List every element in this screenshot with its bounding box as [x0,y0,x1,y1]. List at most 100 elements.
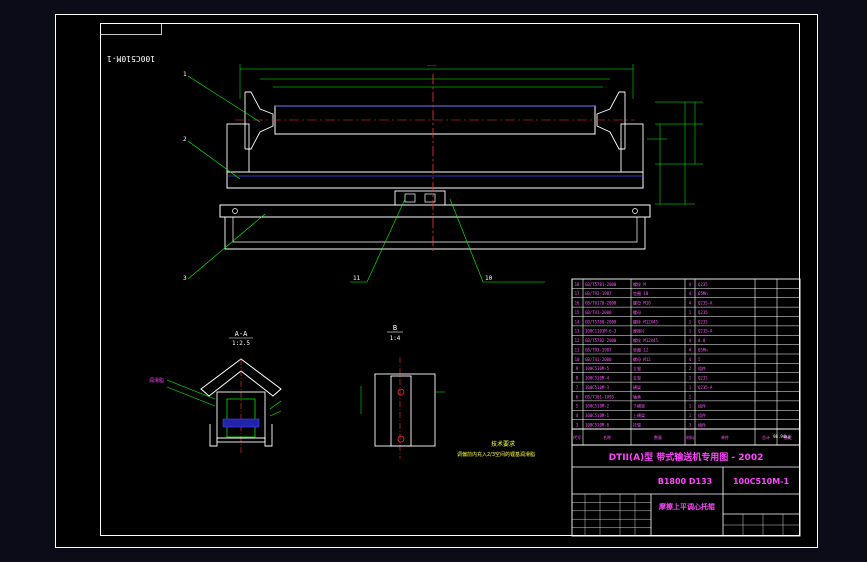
parts-cell: 下横梁 [633,403,645,409]
parts-cell: Q235-A [698,301,713,306]
title-drawing-no: 100C510M-1 [733,477,790,486]
parts-cell: 100C510M-4 [585,376,610,381]
code-stamp: 100C510M-1 [100,23,162,63]
parts-cell: 100C510M-2 [585,404,610,409]
parts-cell: 托辊 [633,421,641,427]
parts-cell: GB/T5781-2000 [585,282,617,287]
parts-cell: 4 [689,291,692,296]
parts-cell: 7 [576,385,579,390]
main-roller-assembly: ———— 1 2 3 11 10 [183,63,703,283]
parts-cell: 螺栓 M12X45 [633,318,658,324]
parts-cell: GB/T93-1987 [585,291,612,296]
parts-cell: 2 [689,366,692,371]
parts-cell: 横梁 [633,384,641,390]
section-aa-scale: 1:2.5 [232,340,250,347]
parts-cell: 13 [575,329,580,334]
parts-cell: 1 [689,404,692,409]
parts-cell: Q235-A [698,329,713,334]
parts-cell: Q235 [698,319,708,324]
parts-header-cell: 代号 [573,434,581,440]
parts-cell: 螺母 M10 [633,300,651,306]
code-stamp-text: 100C510M-1 [107,54,155,63]
title-block: DTII(A)型 带式输送机专用图 - 2002 B1800 D133 100C… [571,434,801,537]
title-spec: B1800 D133 [658,477,713,486]
parts-cell: 组件 [698,365,706,371]
parts-cell: 上横梁 [633,412,645,418]
parts-cell: 5 [698,357,701,362]
parts-cell: 4 [689,338,692,343]
parts-header-cell: 总计 [762,434,770,440]
parts-cell: 螺栓 M12X45 [633,337,658,343]
parts-cell: 14 [575,319,580,324]
parts-cell: 100C510M-3 [585,385,610,390]
parts-cell: 垫圈 12 [633,346,649,352]
parts-cell: 1 [689,376,692,381]
leader-2: 2 [183,136,187,143]
parts-cell: 组件 [698,403,706,409]
parts-cell: 3 [689,422,692,427]
parts-table: 18 GB/T5781-2000 螺栓 M 4 Q23517 GB/T93-1987 垫圈 … [571,278,801,446]
title-mass: 98.94kg [773,434,790,439]
parts-cell: GB/T6170-2000 [585,301,617,306]
tech-req-text: 调偏前内充入2/3空间的锂基润滑脂 [457,451,535,458]
parts-cell: GB/T5782-2000 [585,338,617,343]
leader-3: 3 [183,275,187,282]
parts-cell: 9 [576,366,579,371]
view-b-label: B [393,324,397,332]
parts-cell: 1 [689,394,692,399]
parts-cell: 65Mn [698,347,708,352]
parts-cell: 100C510M-1 [585,413,610,418]
parts-cell: 摩擦片 [633,328,645,334]
parts-cell: 100C510M-5 [585,366,610,371]
parts-cell: 16 [575,301,580,306]
parts-header-cell: 单件 [721,434,729,440]
parts-cell: 100C510M-6 [585,422,610,427]
parts-cell: GB/T41-2000 [585,310,612,315]
parts-cell: 65Mn [698,291,708,296]
parts-cell: Q235-A [698,385,713,390]
parts-cell: 轴承 [633,393,641,399]
parts-cell: GB/T93-1987 [585,347,612,352]
leader-1: 1 [183,71,187,78]
parts-cell: 组件 [698,421,706,427]
parts-cell: GB/T301-1995 [585,394,614,399]
parts-cell: GB/T5780-2000 [585,319,617,324]
parts-cell: 1 [689,319,692,324]
title-series: DTII(A)型 带式输送机专用图 - 2002 [609,451,764,463]
parts-cell: Q235 [698,310,708,315]
leader-10: 10 [485,275,493,282]
parts-cell: 3 [576,422,579,427]
parts-cell: 4 [689,347,692,352]
parts-cell: 15 [575,310,580,315]
parts-cell: 8.8 [698,338,706,343]
view-b-scale: 1:4 [390,335,401,342]
parts-cell: 4 [576,413,579,418]
parts-cell: 螺母 M12 [633,356,651,362]
parts-cell: 17 [575,291,580,296]
parts-header-cell: 名称 [603,434,611,440]
parts-cell: 4 [689,282,692,287]
tech-req-title: 技术要求 [491,440,515,448]
title-name: 摩擦上平调心托辊 [658,502,715,511]
parts-cell: 12 [575,338,580,343]
parts-cell: GB/T41-2000 [585,357,612,362]
parts-cell: 支架 [633,375,641,381]
parts-cell: 1 [689,329,692,334]
parts-cell: 18 [575,282,580,287]
parts-cell: 1 [689,385,692,390]
parts-cell: 10 [575,357,580,362]
lubricant-note: 润滑脂 [149,377,164,384]
cad-canvas: 100C510M-1 ———— 1 2 3 11 10 A-A 1:2.5 润滑… [0,0,867,562]
view-b: B 1:4 [360,324,445,459]
svg-text:————: ———— [427,63,437,68]
leader-11: 11 [353,275,361,282]
parts-cell: 8 [576,376,579,381]
parts-cell: 1 [689,310,692,315]
parts-cell: Q235 [698,376,708,381]
parts-cell: 1 [689,413,692,418]
drawing-sheet: 100C510M-1 ———— 1 2 3 11 10 A-A 1:2.5 润滑… [55,14,818,548]
parts-cell: 5 [576,404,579,409]
parts-cell: 6 [576,394,579,399]
parts-cell: 立辊 [633,365,641,371]
parts-cell: 组件 [698,412,706,418]
